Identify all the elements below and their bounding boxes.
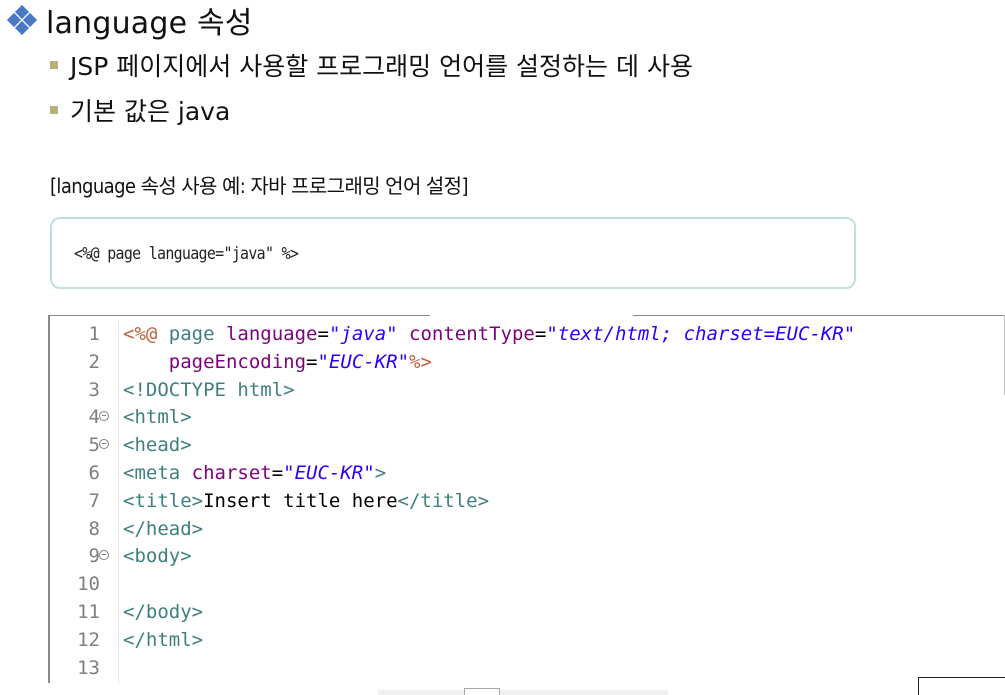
code-line[interactable]: 5 <head> — [48, 432, 1005, 459]
code-line[interactable]: 8 </head> — [48, 516, 1005, 543]
code-text: </head> — [123, 516, 203, 543]
code-token: = — [271, 462, 284, 484]
bullet-item: JSP 페이지에서 사용할 프로그래밍 언어를 설정하는 데 사용 — [50, 48, 693, 82]
code-text: <meta charset="EUC-KR"> — [123, 460, 386, 487]
code-token: <body> — [123, 545, 192, 568]
code-text: <title>Insert title here</title> — [123, 488, 489, 515]
code-token: = — [317, 323, 329, 345]
code-line[interactable]: 10 — [48, 571, 1005, 598]
code-text: <%@ page language="java" contentType="te… — [123, 321, 855, 348]
line-number: 7 — [88, 489, 100, 512]
example-code-box: <%@ page language="java" %> — [50, 217, 856, 289]
line-number: 12 — [77, 628, 100, 651]
bullet-text: JSP 페이지에서 사용할 프로그래밍 언어를 설정하는 데 사용 — [70, 52, 693, 81]
scrollbar-thumb[interactable] — [464, 688, 500, 695]
code-token: <html> — [123, 406, 192, 429]
bullet-item: 기본 값은 java — [50, 93, 230, 127]
code-token: </head> — [123, 517, 204, 540]
square-bullet-icon — [50, 106, 58, 114]
fold-toggle-icon[interactable] — [99, 439, 109, 450]
example-caption: [language 속성 사용 예: 자바 프로그래밍 언어 설정] — [50, 174, 468, 198]
code-text: <body> — [123, 543, 192, 570]
horizontal-scrollbar[interactable] — [378, 690, 668, 695]
fold-toggle-icon[interactable] — [99, 550, 109, 561]
code-line[interactable]: 3 <!DOCTYPE html> — [48, 377, 1005, 404]
code-token: %> — [409, 350, 432, 373]
code-line[interactable]: 1 <%@ page language="java" contentType="t… — [48, 321, 1005, 348]
line-number: 3 — [88, 378, 100, 401]
square-bullet-icon — [50, 61, 58, 69]
code-text: <head> — [123, 432, 192, 459]
code-token: </html> — [123, 628, 204, 651]
fold-toggle-icon[interactable] — [99, 411, 109, 422]
code-line[interactable]: 6 <meta charset="EUC-KR"> — [48, 460, 1005, 487]
code-token: </body> — [123, 601, 204, 623]
code-text: <html> — [123, 404, 192, 431]
code-text: pageEncoding="EUC-KR"%> — [123, 349, 432, 376]
code-line[interactable]: 11 </body> — [48, 599, 1005, 626]
code-token: contentType — [409, 323, 535, 345]
line-number: 11 — [77, 601, 100, 623]
code-token: "EUC-KR" — [283, 462, 375, 484]
code-token: charset — [191, 462, 272, 484]
line-number: 5 — [88, 434, 100, 457]
line-number: 2 — [88, 350, 100, 373]
code-line[interactable]: 12 </html> — [48, 627, 1005, 654]
code-token: </title> — [397, 489, 490, 512]
code-token: <!DOCTYPE html> — [123, 378, 295, 401]
line-number: 10 — [77, 573, 100, 596]
code-text: </body> — [123, 599, 203, 626]
code-line[interactable]: 9 <body> — [48, 543, 1005, 570]
code-text: <!DOCTYPE html> — [123, 377, 295, 404]
line-number: 9 — [88, 545, 100, 568]
code-token: language — [225, 323, 318, 345]
heading-text: language 속성 — [46, 6, 253, 41]
code-line[interactable]: 13 — [48, 655, 1005, 682]
code-token: <meta — [123, 462, 192, 484]
code-token: <%@ — [123, 323, 158, 345]
code-line[interactable]: 4 <html> — [48, 404, 1005, 431]
code-editor[interactable]: 1 <%@ page language="java" contentType="t… — [48, 315, 1005, 683]
code-token: = — [306, 350, 318, 373]
code-line[interactable]: 7 <title>Insert title here</title> — [48, 488, 1005, 515]
example-code: <%@ page language="java" %> — [74, 244, 299, 264]
corner-frame — [918, 677, 1005, 695]
code-token: <title> — [123, 489, 204, 512]
code-token: <head> — [123, 434, 192, 457]
code-token: = — [534, 323, 547, 345]
line-number: 1 — [88, 323, 100, 345]
line-number: 13 — [77, 656, 100, 679]
code-text: </html> — [123, 627, 203, 654]
section-heading: language 속성 — [6, 0, 253, 41]
line-number: 6 — [88, 462, 100, 484]
code-token: pageEncoding — [168, 350, 307, 373]
code-token: "EUC-KR" — [317, 350, 410, 373]
line-number: 8 — [88, 517, 100, 540]
code-token: "text/html; charset=EUC-KR" — [546, 323, 856, 345]
code-token: page — [157, 323, 226, 345]
line-number: 4 — [88, 406, 100, 429]
editor-border — [48, 315, 430, 316]
code-line[interactable]: 2 pageEncoding="EUC-KR"%> — [48, 349, 1005, 376]
code-token: > — [374, 462, 387, 484]
code-token: "java" — [328, 323, 398, 345]
code-token: Insert title here — [203, 489, 398, 512]
editor-border — [633, 315, 1005, 316]
bullet-text: 기본 값은 java — [70, 97, 231, 126]
diamond-bullet-icon — [6, 4, 38, 36]
